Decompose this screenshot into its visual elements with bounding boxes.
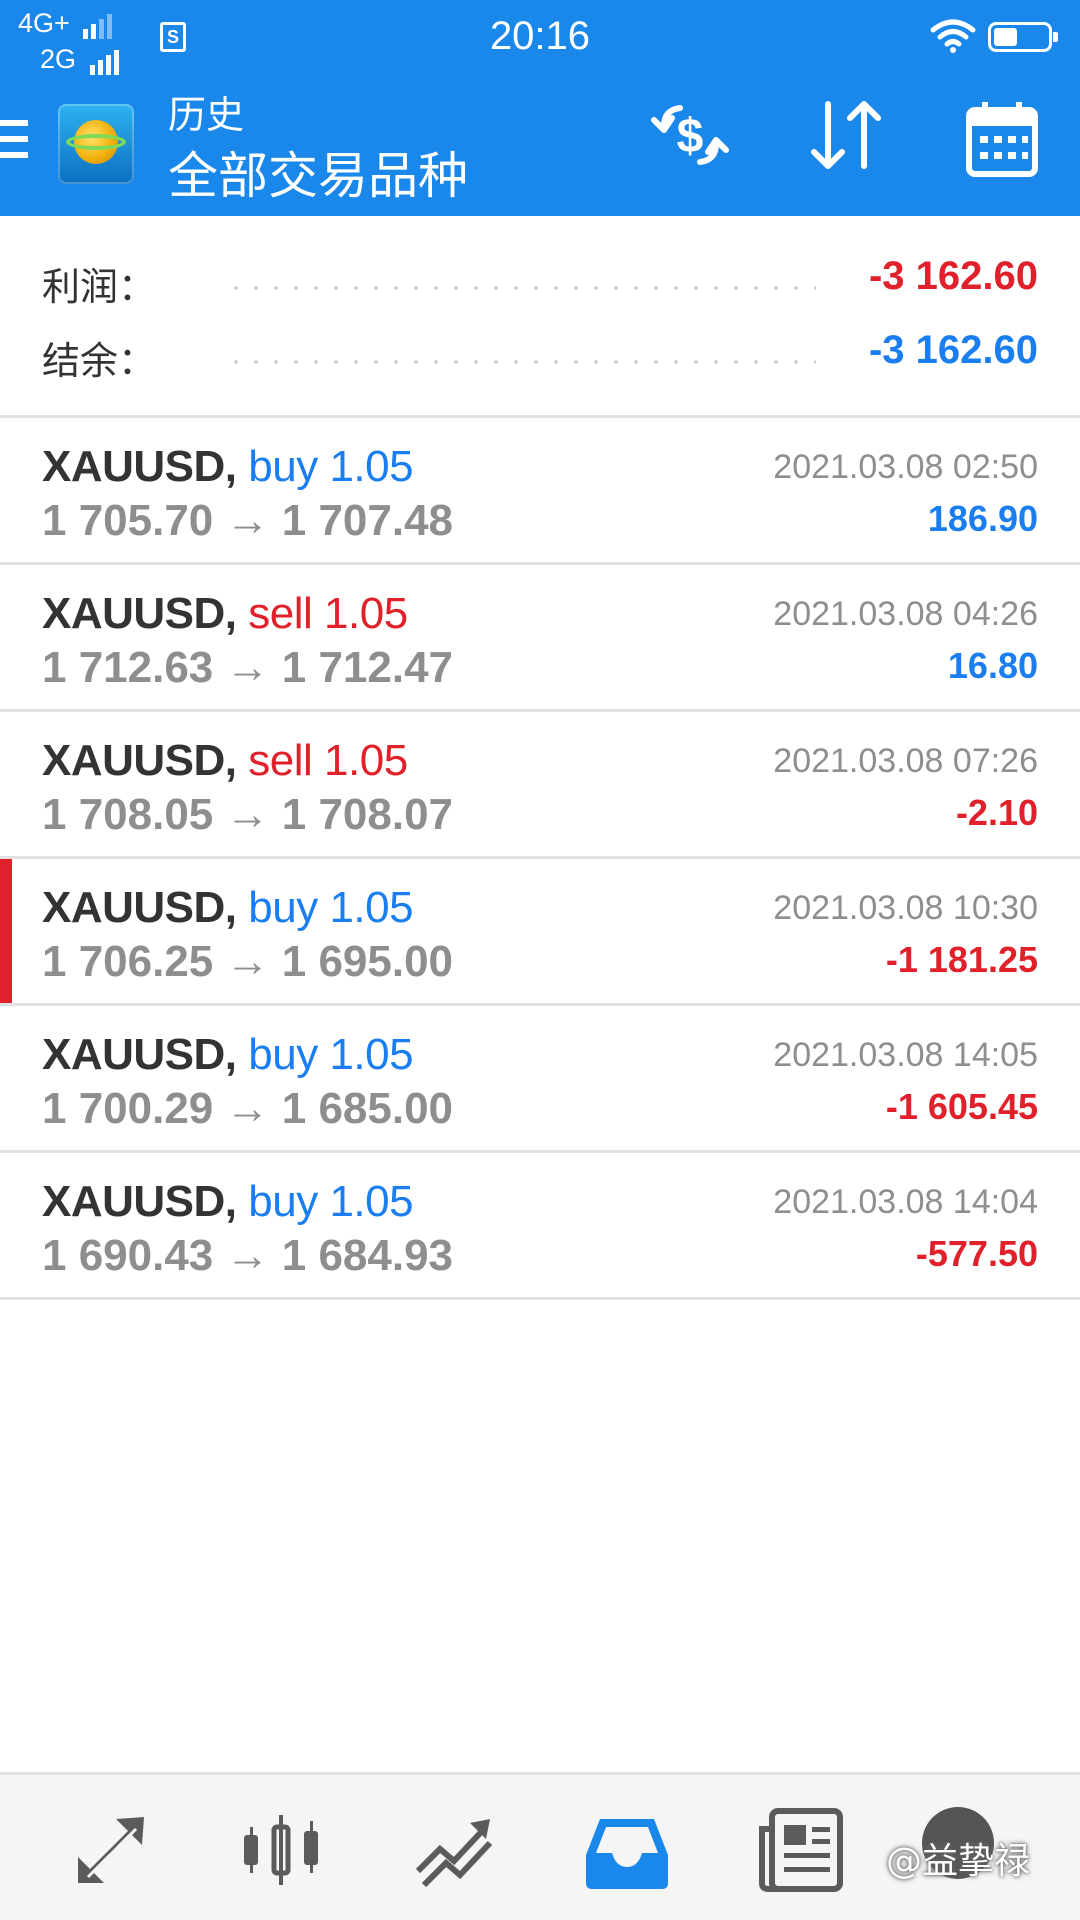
trade-row[interactable]: XAUUSD, buy 1.05 1 700.29 → 1 685.00 2021.… xyxy=(0,1006,1080,1153)
arrow-icon: → xyxy=(225,1231,270,1280)
trade-title: XAUUSD, buy 1.05 xyxy=(42,442,414,492)
calendar-icon[interactable] xyxy=(966,100,1038,178)
trade-side: buy xyxy=(248,1030,318,1079)
trade-side: buy xyxy=(248,442,318,491)
trade-profit: -1 181.25 xyxy=(885,939,1038,980)
trade-title: XAUUSD, buy 1.05 xyxy=(42,1030,414,1080)
symbol-filter[interactable]: 全部交易品种 xyxy=(168,136,468,208)
top-bar: 4G+ 2G S 20:16 历史 全部交易品种 $ xyxy=(0,0,1080,216)
trade-volume: 1.05 xyxy=(329,442,414,491)
trade-title: XAUUSD, buy 1.05 xyxy=(42,1177,414,1227)
balance-row: 结余： -3 162.60 xyxy=(0,326,1080,386)
arrow-icon: → xyxy=(225,1084,270,1133)
menu-icon[interactable] xyxy=(0,120,30,168)
trade-symbol: XAUUSD, xyxy=(42,883,237,932)
status-clock: 20:16 xyxy=(489,14,591,58)
dotted-leader xyxy=(226,360,816,364)
trade-profit: -1 605.45 xyxy=(885,1086,1038,1127)
balance-label: 结余： xyxy=(42,339,157,383)
trade-profit: -577.50 xyxy=(915,1233,1038,1274)
trade-title: XAUUSD, sell 1.05 xyxy=(42,589,408,639)
trade-symbol: XAUUSD, xyxy=(42,736,237,785)
status-bar: 4G+ 2G S 20:16 xyxy=(0,0,1080,78)
open-price: 1 690.43 xyxy=(42,1231,214,1280)
trade-title: XAUUSD, sell 1.05 xyxy=(42,736,408,786)
sort-icon[interactable] xyxy=(806,100,886,172)
trade-profit: -2.10 xyxy=(955,792,1038,833)
trade-prices: 1 708.05 → 1 708.07 xyxy=(42,790,453,840)
trade-profit: 16.80 xyxy=(947,645,1038,686)
trade-volume: 1.05 xyxy=(324,736,408,785)
trade-row[interactable]: XAUUSD, buy 1.05 1 705.70 → 1 707.48 2021.… xyxy=(0,418,1080,565)
trade-row[interactable]: XAUUSD, buy 1.05 1 690.43 → 1 684.93 2021.… xyxy=(0,1153,1080,1300)
trade-prices: 1 700.29 → 1 685.00 xyxy=(42,1084,453,1134)
history-inbox-icon[interactable] xyxy=(582,1805,672,1895)
app-logo xyxy=(58,104,134,184)
trade-time: 2021.03.08 14:04 xyxy=(773,1183,1038,1221)
wifi-icon xyxy=(930,19,976,53)
arrow-icon: → xyxy=(225,790,270,839)
close-price: 1 684.93 xyxy=(281,1231,454,1280)
dotted-leader xyxy=(226,286,816,290)
trade-side: sell xyxy=(248,589,313,638)
money-exchange-icon[interactable]: $ xyxy=(650,100,730,170)
trade-volume: 1.05 xyxy=(324,589,408,638)
arrow-icon: → xyxy=(225,937,270,986)
trade-row[interactable]: XAUUSD, sell 1.05 1 712.63 → 1 712.47 2021… xyxy=(0,565,1080,712)
trade-prices: 1 712.63 → 1 712.47 xyxy=(42,643,453,693)
close-price: 1 685.00 xyxy=(281,1084,454,1133)
arrow-icon: → xyxy=(225,496,270,545)
history-screen: 4G+ 2G S 20:16 历史 全部交易品种 $ 利润： -3 162.60… xyxy=(0,0,1080,1920)
close-price: 1 708.07 xyxy=(281,790,454,839)
trade-row[interactable]: XAUUSD, buy 1.05 1 706.25 → 1 695.00 2021.… xyxy=(0,859,1080,1006)
trade-time: 2021.03.08 04:26 xyxy=(773,595,1038,633)
open-price: 1 706.25 xyxy=(42,937,214,986)
open-price: 1 708.05 xyxy=(42,790,214,839)
news-icon[interactable] xyxy=(756,1805,846,1895)
trade-time: 2021.03.08 10:30 xyxy=(773,889,1038,927)
arrow-icon: → xyxy=(225,643,270,692)
quotes-icon[interactable] xyxy=(66,1805,156,1895)
trade-side: sell xyxy=(248,736,313,785)
watermark: @益挚禄 xyxy=(886,1841,1031,1882)
trade-title: XAUUSD, buy 1.05 xyxy=(42,883,414,933)
open-price: 1 700.29 xyxy=(42,1084,214,1133)
trade-history-list: XAUUSD, buy 1.05 1 705.70 → 1 707.48 2021.… xyxy=(0,418,1080,1300)
trade-symbol: XAUUSD, xyxy=(42,442,237,491)
trade-time: 2021.03.08 07:26 xyxy=(773,742,1038,780)
trade-profit: 186.90 xyxy=(927,498,1038,539)
trade-time: 2021.03.08 14:05 xyxy=(773,1036,1038,1074)
page-title: 历史 xyxy=(168,93,245,137)
close-price: 1 707.48 xyxy=(281,496,454,545)
trade-volume: 1.05 xyxy=(329,883,414,932)
balance-value: -3 162.60 xyxy=(868,328,1038,372)
trade-prices: 1 705.70 → 1 707.48 xyxy=(42,496,453,546)
trade-symbol: XAUUSD, xyxy=(42,1030,237,1079)
profit-row: 利润： -3 162.60 xyxy=(0,252,1080,312)
chart-candles-icon[interactable] xyxy=(236,1805,326,1895)
battery-fill xyxy=(994,28,1017,46)
close-price: 1 712.47 xyxy=(281,643,454,692)
trade-row[interactable]: XAUUSD, sell 1.05 1 708.05 → 1 708.07 2021… xyxy=(0,712,1080,859)
battery-icon xyxy=(988,22,1058,52)
trade-prices: 1 706.25 → 1 695.00 xyxy=(42,937,453,987)
trade-side: buy xyxy=(248,883,318,932)
profit-value: -3 162.60 xyxy=(868,254,1038,298)
summary-panel: 利润： -3 162.60 结余： -3 162.60 xyxy=(0,216,1080,418)
trade-icon[interactable] xyxy=(410,1805,500,1895)
profit-label: 利润： xyxy=(42,265,157,309)
trade-prices: 1 690.43 → 1 684.93 xyxy=(42,1231,453,1281)
open-price: 1 705.70 xyxy=(42,496,214,545)
trade-side: buy xyxy=(248,1177,318,1226)
trade-volume: 1.05 xyxy=(329,1177,414,1226)
open-price: 1 712.63 xyxy=(42,643,214,692)
trade-symbol: XAUUSD, xyxy=(42,589,237,638)
svg-text:$: $ xyxy=(677,110,704,163)
trade-volume: 1.05 xyxy=(329,1030,414,1079)
trade-symbol: XAUUSD, xyxy=(42,1177,237,1226)
close-price: 1 695.00 xyxy=(281,937,454,986)
trade-time: 2021.03.08 02:50 xyxy=(773,448,1038,486)
